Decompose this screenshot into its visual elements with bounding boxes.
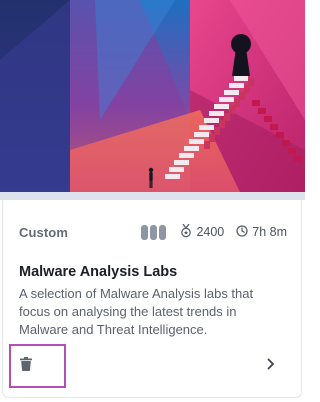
- duration-stat: 7h 8m: [236, 224, 287, 240]
- card-stats: 2400 7h 8m: [141, 223, 287, 241]
- difficulty-bar: [141, 224, 149, 240]
- trash-icon: [19, 356, 32, 376]
- category-label: Custom: [19, 224, 68, 240]
- points-value: 2400: [196, 225, 225, 239]
- delete-highlight: [9, 344, 66, 388]
- difficulty-indicator: [141, 224, 167, 240]
- points-stat: 2400: [180, 223, 225, 241]
- delete-button[interactable]: [19, 354, 44, 378]
- card-meta-row: Custom 2400 7h 8m: [19, 222, 287, 242]
- duration-value: 7h 8m: [252, 225, 287, 239]
- clock-icon: [236, 224, 252, 240]
- difficulty-bar: [159, 224, 167, 240]
- card-body: Custom 2400 7h 8m Malware Analysis Labs …: [2, 200, 302, 398]
- card-description: A selection of Malware Analysis labs tha…: [19, 286, 254, 337]
- difficulty-bar: [150, 224, 158, 240]
- lab-card[interactable]: Custom 2400 7h 8m Malware Analysis Labs …: [0, 0, 305, 402]
- open-card-button[interactable]: [263, 358, 279, 374]
- card-hero-image: [0, 0, 305, 192]
- medal-icon: [180, 223, 196, 241]
- card-title[interactable]: Malware Analysis Labs: [19, 264, 177, 280]
- hero-divider: [0, 192, 305, 200]
- chevron-right-icon: [267, 357, 275, 375]
